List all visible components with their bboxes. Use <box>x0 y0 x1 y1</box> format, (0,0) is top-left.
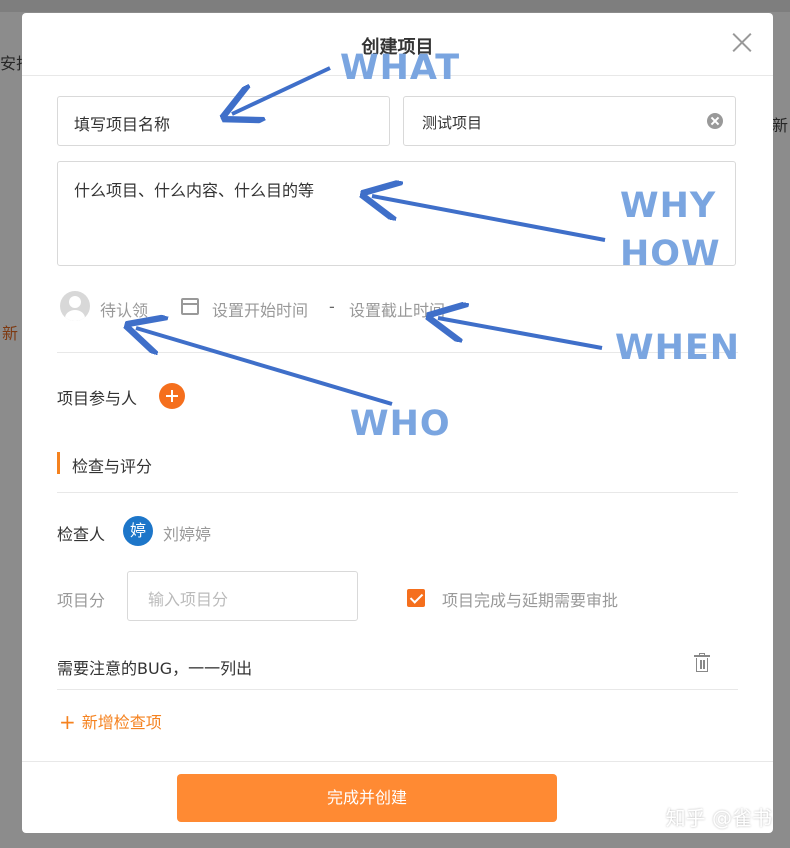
checker-label: 检查人 <box>57 525 106 544</box>
trash-icon[interactable] <box>694 653 710 673</box>
add-check-item-label: 新增检查项 <box>81 713 162 732</box>
start-time-picker[interactable]: 设置开始时间 <box>212 297 308 321</box>
approval-checkbox-label[interactable]: 项目完成与延期需要审批 <box>442 587 618 611</box>
footer-divider <box>22 761 773 762</box>
end-time-picker[interactable]: 设置截止时间 <box>349 297 445 321</box>
submit-create-button[interactable]: 完成并创建 <box>177 774 557 822</box>
section-title: 检查与评分 <box>72 457 153 476</box>
annotation-who: WHO <box>350 404 451 444</box>
divider <box>57 689 738 690</box>
assignee-placeholder[interactable]: 待认领 <box>100 297 148 321</box>
assignee-time-row: 待认领 设置开始时间 - 设置截止时间 <box>57 291 737 327</box>
clear-icon[interactable] <box>707 113 723 129</box>
time-separator: - <box>329 297 335 316</box>
user-avatar-icon[interactable] <box>60 291 90 321</box>
annotation-what: WHAT <box>340 48 461 88</box>
divider <box>57 492 738 493</box>
add-participant-button[interactable] <box>159 383 185 409</box>
score-label: 项目分 <box>57 591 106 610</box>
section-accent-bar <box>57 452 60 474</box>
project-name-input[interactable]: 填写项目名称 <box>57 96 390 146</box>
add-check-item-button[interactable]: + 新增检查项 <box>59 709 162 734</box>
close-icon[interactable] <box>731 31 753 53</box>
annotation-why: WHY <box>620 186 717 226</box>
checker-avatar[interactable]: 婷 <box>123 516 153 546</box>
project-category-select[interactable]: 测试项目 <box>403 96 736 146</box>
watermark: 知乎 @雀书 <box>665 806 772 830</box>
annotation-how: HOW <box>620 234 721 274</box>
participants-label: 项目参与人 <box>57 389 138 408</box>
checker-name[interactable]: 刘婷婷 <box>163 521 211 545</box>
approval-checkbox[interactable] <box>407 589 425 607</box>
calendar-icon[interactable] <box>181 298 199 315</box>
annotation-when: WHEN <box>615 328 741 368</box>
category-value: 测试项目 <box>422 114 483 132</box>
score-input[interactable]: 输入项目分 <box>127 571 358 621</box>
plus-icon: + <box>59 710 76 734</box>
check-item[interactable]: 需要注意的BUG，一一列出 <box>57 655 252 679</box>
